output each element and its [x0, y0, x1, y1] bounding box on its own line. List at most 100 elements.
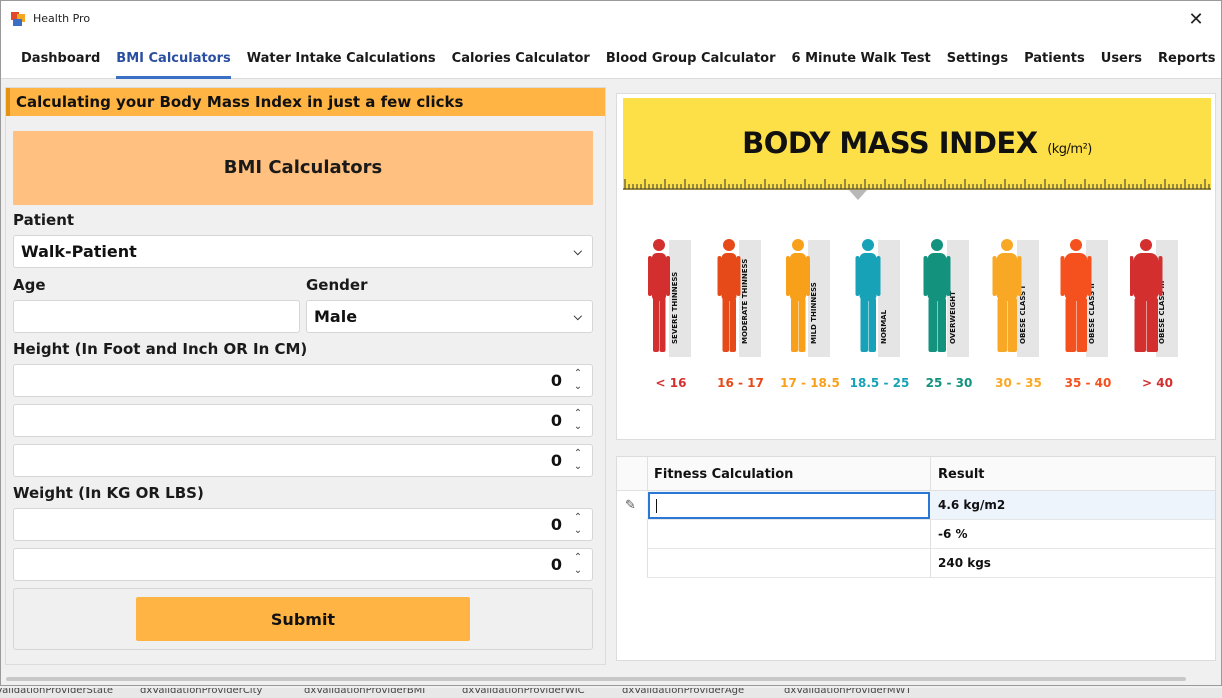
weight-lbs-stepper[interactable]: 0 ⌃ ⌄	[13, 548, 593, 581]
patient-label: Patient	[13, 211, 75, 229]
bmi-range-label: 30 - 35	[995, 376, 1042, 390]
horizontal-scrollbar[interactable]	[6, 677, 1186, 681]
person-silhouette-icon	[1129, 239, 1162, 352]
height-cm-stepper[interactable]: 0 ⌃ ⌄	[13, 444, 593, 477]
chevron-down-icon[interactable]: ⌄	[572, 566, 584, 576]
gender-label: Gender	[306, 276, 368, 294]
tray-component: dxValidationProviderWIC	[462, 688, 585, 696]
age-input[interactable]	[13, 300, 300, 333]
height-cm-value: 0	[550, 451, 562, 470]
text-caret	[656, 499, 657, 513]
tray-component: dxValidationProviderMWT	[784, 688, 912, 696]
col-fitness-header[interactable]: Fitness Calculation	[654, 467, 793, 482]
person-silhouette-icon	[786, 239, 810, 352]
tray-component: dxValidationProviderCity	[140, 688, 263, 696]
bmi-range-label: 18.5 - 25	[849, 376, 910, 390]
bmi-figure: OVERWEIGHT	[921, 236, 983, 358]
tab-settings[interactable]: Settings	[939, 39, 1016, 79]
tab-users[interactable]: Users	[1093, 39, 1150, 79]
person-silhouette-icon	[648, 239, 670, 352]
pencil-icon: ✎	[625, 498, 636, 513]
chevron-down-icon[interactable]: ⌵	[574, 245, 582, 259]
bmi-figure: MODERATE THINNESS	[713, 236, 775, 358]
patient-select[interactable]: Walk-Patient ⌵	[13, 235, 593, 268]
chevron-up-icon[interactable]: ⌃	[572, 553, 584, 563]
form-card-title: BMI Calculators	[13, 131, 593, 205]
component-tray: ValidationProviderState dxValidationProvi…	[0, 688, 1222, 698]
chevron-down-icon[interactable]: ⌄	[572, 462, 584, 472]
chevron-up-icon[interactable]: ⌃	[572, 449, 584, 459]
tab-patients[interactable]: Patients	[1016, 39, 1093, 79]
person-silhouette-icon	[923, 239, 951, 352]
result-cell[interactable]: 240 kgs	[938, 556, 991, 570]
bmi-range-label: < 16	[655, 376, 687, 390]
window-title: Health Pro	[33, 12, 91, 25]
bmi-figure: MILD THINNESS	[782, 236, 844, 358]
chevron-down-icon[interactable]: ⌄	[572, 422, 584, 432]
bmi-range-label: 17 - 18.5	[780, 376, 840, 390]
bmi-figure: NORMAL	[852, 236, 914, 358]
height-inch-value: 0	[550, 411, 562, 430]
submit-button[interactable]: Submit	[136, 597, 470, 641]
close-icon[interactable]: ✕	[1185, 9, 1207, 31]
tab-blood-group[interactable]: Blood Group Calculator	[598, 39, 784, 79]
chevron-up-icon[interactable]: ⌃	[572, 409, 584, 419]
bmi-range-label: > 40	[1142, 376, 1173, 390]
height-inch-stepper[interactable]: 0 ⌃ ⌄	[13, 404, 593, 437]
chevron-up-icon[interactable]: ⌃	[572, 513, 584, 523]
result-cell[interactable]: -6 %	[938, 527, 968, 541]
chevron-down-icon[interactable]: ⌵	[574, 310, 582, 324]
title-bar: Health Pro ✕	[1, 1, 1221, 39]
ruler-pointer-icon	[849, 190, 867, 200]
table-row[interactable]: 240 kgs	[647, 549, 1215, 578]
chevron-down-icon[interactable]: ⌄	[572, 382, 584, 392]
grid-header: Fitness Calculation Result	[617, 457, 1215, 491]
results-grid: Fitness Calculation Result 4.6 kg/m2 -6 …	[616, 456, 1216, 661]
tab-6-minute-walk[interactable]: 6 Minute Walk Test	[784, 39, 939, 79]
form-banner: Calculating your Body Mass Index in just…	[6, 88, 605, 116]
result-cell[interactable]: 4.6 kg/m2	[938, 498, 1005, 512]
tray-component: ValidationProviderState	[0, 688, 114, 696]
tab-dashboard[interactable]: Dashboard	[13, 39, 108, 79]
submit-area: Submit	[13, 588, 593, 650]
weight-kg-stepper[interactable]: 0 ⌃ ⌄	[13, 508, 593, 541]
app-logo-icon	[11, 12, 25, 26]
ruler-scale	[623, 179, 1211, 190]
tray-component: dxValidationProviderAge	[622, 688, 745, 696]
gender-value: Male	[314, 307, 358, 326]
tab-bmi-calculators[interactable]: BMI Calculators	[108, 39, 238, 79]
tab-calories[interactable]: Calories Calculator	[444, 39, 598, 79]
bmi-figure: SEVERE THINNESS	[643, 236, 705, 358]
weight-kg-value: 0	[550, 515, 562, 534]
bmi-range-label: 16 - 17	[717, 376, 764, 390]
chevron-up-icon[interactable]: ⌃	[572, 369, 584, 379]
person-silhouette-icon	[855, 239, 880, 352]
bmi-range-label: 35 - 40	[1064, 376, 1112, 390]
bmi-form-panel: Calculating your Body Mass Index in just…	[5, 87, 606, 665]
bmi-figure: OBESE CLASS II	[1060, 236, 1122, 358]
gender-select[interactable]: Male ⌵	[306, 300, 593, 333]
bmi-figure: OBESE CLASS I	[991, 236, 1053, 358]
bmi-header: BODY MASS INDEX (kg/m²)	[623, 98, 1211, 190]
person-silhouette-icon	[1060, 239, 1092, 352]
tab-water-intake[interactable]: Water Intake Calculations	[239, 39, 444, 79]
app-window: Health Pro ✕ Dashboard BMI Calculators W…	[0, 0, 1222, 686]
bmi-range-label: 25 - 30	[925, 376, 973, 390]
chevron-down-icon[interactable]: ⌄	[572, 526, 584, 536]
table-row[interactable]: -6 %	[647, 520, 1215, 549]
col-result-header[interactable]: Result	[938, 467, 985, 482]
height-feet-stepper[interactable]: 0 ⌃ ⌄	[13, 364, 593, 397]
height-feet-value: 0	[550, 371, 562, 390]
patient-value: Walk-Patient	[21, 242, 137, 261]
bmi-unit: (kg/m²)	[1047, 142, 1092, 157]
tray-component: dxValidationProviderBMI	[304, 688, 426, 696]
main-tabs: Dashboard BMI Calculators Water Intake C…	[1, 39, 1221, 79]
cell-editor-input[interactable]	[648, 492, 930, 519]
bmi-title: BODY MASS INDEX (kg/m²)	[623, 126, 1211, 160]
tab-reports[interactable]: Reports	[1150, 39, 1222, 79]
age-label: Age	[13, 276, 46, 294]
bmi-infographic: BODY MASS INDEX (kg/m²) SEVERE THINNESS <…	[616, 93, 1216, 440]
bmi-figure: OBESE CLASS III	[1129, 236, 1192, 358]
person-silhouette-icon	[992, 239, 1021, 352]
weight-lbs-value: 0	[550, 555, 562, 574]
